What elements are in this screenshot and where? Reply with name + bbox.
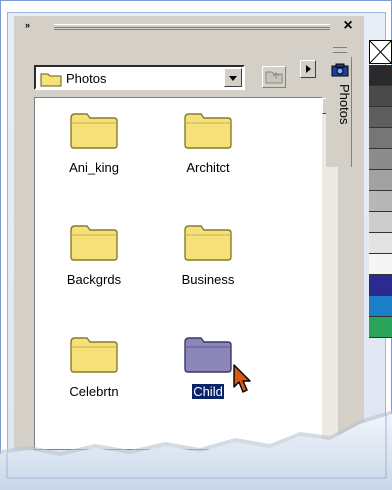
folder-label: Backgrds — [66, 272, 122, 287]
folder-item[interactable]: Architct — [163, 110, 253, 175]
docker-title-bar[interactable]: » × — [14, 16, 364, 38]
folder-icon — [70, 225, 118, 261]
up-folder-button[interactable] — [262, 66, 286, 88]
torn-edge-decoration — [0, 410, 392, 490]
color-swatch[interactable] — [369, 275, 392, 296]
close-icon[interactable]: × — [339, 16, 357, 36]
folder-label: Ani_king — [69, 160, 119, 175]
folder-icon — [184, 337, 232, 373]
folder-item[interactable]: Ani_king — [49, 110, 139, 175]
up-folder-icon — [265, 71, 283, 84]
color-swatch[interactable] — [369, 128, 392, 149]
color-swatch[interactable] — [369, 233, 392, 254]
folder-icon — [40, 73, 62, 87]
folder-label: Architct — [186, 160, 230, 175]
color-swatch[interactable] — [369, 170, 392, 191]
chevron-down-icon[interactable] — [224, 68, 242, 87]
folder-dropdown[interactable]: Photos — [34, 65, 245, 90]
camera-icon — [331, 63, 349, 77]
color-swatch[interactable] — [369, 191, 392, 212]
color-swatch[interactable] — [369, 317, 392, 338]
drag-handle[interactable] — [54, 24, 330, 30]
tab-photos-label: Photos — [337, 84, 352, 125]
folder-icon — [70, 113, 118, 149]
tab-grip — [333, 47, 347, 53]
folder-item[interactable]: Business — [163, 222, 253, 287]
folder-icon — [184, 113, 232, 149]
color-swatch[interactable] — [369, 149, 392, 170]
color-swatch[interactable] — [369, 107, 392, 128]
folder-icon — [184, 225, 232, 261]
color-swatch[interactable] — [369, 296, 392, 317]
color-swatch[interactable] — [369, 212, 392, 233]
folder-icon — [70, 337, 118, 373]
folder-label: Business — [181, 272, 235, 287]
expand-grip-icon[interactable]: » — [25, 20, 30, 30]
color-swatch[interactable] — [369, 86, 392, 107]
color-swatch[interactable] — [369, 254, 392, 275]
folder-dropdown-value: Photos — [66, 71, 107, 86]
triangle-right-icon[interactable] — [300, 60, 316, 78]
no-color-swatch[interactable] — [369, 40, 392, 64]
folder-item[interactable]: Backgrds — [49, 222, 139, 287]
color-swatch[interactable] — [369, 65, 392, 86]
no-color-icon — [369, 40, 392, 64]
